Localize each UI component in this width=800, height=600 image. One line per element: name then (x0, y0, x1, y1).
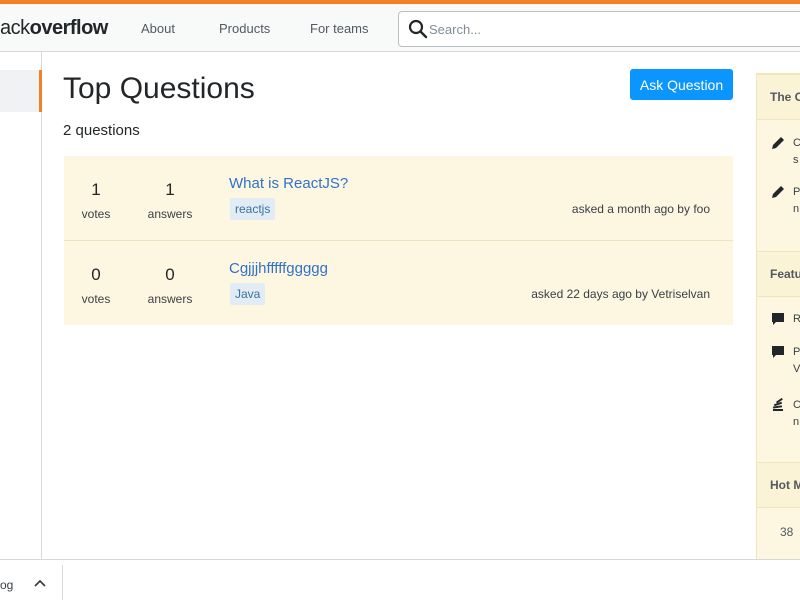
stack-exchange-icon (771, 398, 785, 412)
sidebar-section-title: Featu (770, 267, 800, 281)
left-sidebar (0, 52, 42, 559)
hot-meta-count: 38 (780, 525, 793, 539)
nav-for-teams[interactable]: For teams (310, 21, 369, 36)
search-box[interactable] (398, 11, 800, 47)
question-meta: asked a month ago by foo (572, 202, 710, 216)
sidebar-item-text: V (793, 363, 800, 375)
vote-label: votes (66, 292, 126, 306)
answer-number: 1 (140, 180, 200, 200)
question-row: 1 votes 1 answers What is ReactJS? react… (64, 156, 733, 241)
sidebar-item-text: s (793, 154, 799, 166)
sidebar-section-header: Featu (757, 251, 800, 297)
question-tag[interactable]: reactjs (230, 198, 275, 220)
answer-label: answers (140, 292, 200, 306)
download-bar: og (0, 559, 800, 600)
pencil-icon (771, 185, 785, 199)
logo-text-light: ack (0, 17, 30, 39)
search-input[interactable] (429, 18, 789, 40)
question-list: 1 votes 1 answers What is ReactJS? react… (64, 156, 733, 325)
top-bar: ackoverflow About Products For teams (0, 0, 800, 52)
speech-bubble-icon (771, 345, 785, 359)
sidebar-item-text: P (793, 346, 800, 358)
logo-text-bold: overflow (30, 17, 108, 39)
sidebar-section-header: The C (757, 74, 800, 120)
page-title: Top Questions (63, 72, 255, 106)
divider (62, 565, 63, 600)
nav-products[interactable]: Products (219, 21, 270, 36)
question-title-link[interactable]: Cgjjjhfffffggggg (229, 260, 328, 277)
vote-label: votes (66, 207, 126, 221)
chevron-up-icon[interactable] (34, 579, 46, 587)
answer-count: 0 answers (140, 265, 200, 306)
sidebar-item-home[interactable] (0, 70, 42, 112)
sidebar-section-title: Hot M (770, 478, 800, 492)
sidebar-item-text: n (793, 203, 799, 215)
answer-count: 1 answers (140, 180, 200, 221)
pencil-icon (771, 136, 785, 150)
question-tag[interactable]: Java (230, 283, 265, 305)
vote-count: 1 votes (66, 180, 126, 221)
sidebar-item-text: C (793, 399, 800, 411)
sidebar-item-text: n (793, 416, 799, 428)
logo[interactable]: ackoverflow (0, 17, 108, 40)
answer-number: 0 (140, 265, 200, 285)
question-title-link[interactable]: What is ReactJS? (229, 175, 348, 192)
ask-question-button[interactable]: Ask Question (630, 69, 733, 100)
vote-number: 1 (66, 180, 126, 200)
sidebar-item-text: R (793, 313, 800, 325)
speech-bubble-icon (771, 312, 785, 326)
sidebar-section-title: The C (770, 90, 800, 104)
sidebar-item-text: P (793, 186, 800, 198)
vote-count: 0 votes (66, 265, 126, 306)
right-sidebar: The C C s P n Featu R P V C n Hot M 38 (756, 73, 800, 563)
vote-number: 0 (66, 265, 126, 285)
search-icon (408, 19, 428, 39)
nav-about[interactable]: About (141, 21, 175, 36)
question-meta: asked 22 days ago by Vetriselvan (531, 287, 710, 301)
answer-label: answers (140, 207, 200, 221)
question-count: 2 questions (63, 122, 140, 139)
sidebar-item-text: C (793, 137, 800, 149)
sidebar-section-header: Hot M (757, 462, 800, 508)
download-file-name[interactable]: og (0, 578, 13, 592)
question-row: 0 votes 0 answers Cgjjjhfffffggggg Java … (64, 241, 733, 325)
